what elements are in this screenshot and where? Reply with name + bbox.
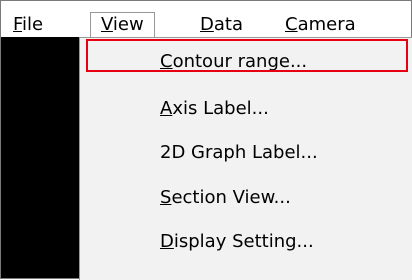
menu-item-2d-graph-label[interactable]: 2D Graph Label... xyxy=(160,139,318,167)
view-dropdown-menu: Contour range... Axis Label... 2D Graph … xyxy=(79,37,412,280)
viewport-canvas[interactable] xyxy=(1,37,79,278)
menu-item-2d-graph-label-label: 2D Graph Label... xyxy=(160,142,318,163)
highlight-box xyxy=(86,39,408,72)
menu-file-label: ile xyxy=(22,14,44,35)
menu-item-section-view[interactable]: Section View... xyxy=(160,184,291,212)
menu-view-label: iew xyxy=(112,14,144,35)
menu-item-axis-label-label: xis Label... xyxy=(172,98,269,119)
menu-bar: File View Data Camera xyxy=(1,1,411,39)
menu-data-mnemonic: D xyxy=(200,14,214,35)
menu-view[interactable]: View xyxy=(90,12,155,39)
menu-file-mnemonic: F xyxy=(13,14,23,35)
menu-data-label: ata xyxy=(213,14,243,35)
menu-camera[interactable]: Camera xyxy=(285,13,356,38)
menu-camera-label: amera xyxy=(297,14,356,35)
menu-item-section-view-mnemonic: S xyxy=(160,187,172,208)
menu-item-axis-label-mnemonic: A xyxy=(160,98,173,119)
menu-view-mnemonic: V xyxy=(101,14,113,35)
menu-item-section-view-label: ection View... xyxy=(171,187,291,208)
menu-data[interactable]: Data xyxy=(200,13,243,38)
menu-file[interactable]: File xyxy=(13,13,43,38)
menu-camera-mnemonic: C xyxy=(285,14,298,35)
menu-item-display-setting[interactable]: Display Setting... xyxy=(160,228,314,256)
menu-item-display-setting-label: isplay Setting... xyxy=(173,231,314,252)
menu-item-axis-label[interactable]: Axis Label... xyxy=(160,95,269,123)
menu-item-display-setting-mnemonic: D xyxy=(160,231,174,252)
